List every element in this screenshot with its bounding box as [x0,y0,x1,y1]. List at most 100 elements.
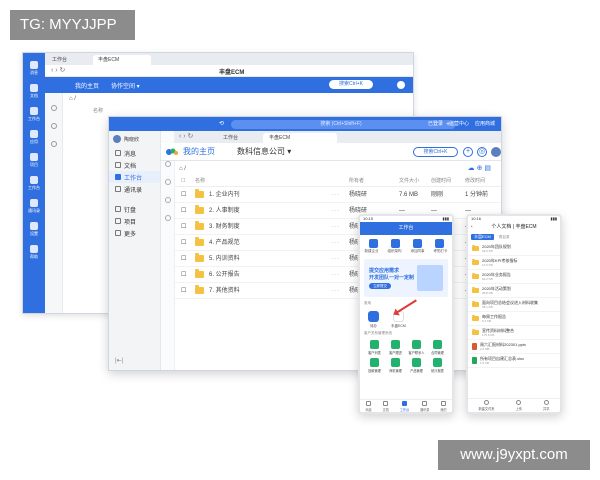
col-name[interactable]: 名称 [195,175,205,187]
list-item[interactable]: 每周工作报告 6.4 KB [468,312,560,326]
sidebar-item-more[interactable]: 更多 [109,227,160,239]
tab-workbench[interactable]: 工作台 [217,133,244,143]
file-name[interactable]: 2. 人事制度 [209,203,240,219]
back-tab-workbench[interactable]: 工作台 [47,55,72,65]
rail-icon[interactable] [164,179,171,185]
rail-app-icon[interactable] [30,130,38,138]
row-checkbox[interactable]: ☐ [181,251,186,267]
global-search-input[interactable]: 搜索 (Ctrl+Shift+F) [231,120,451,129]
col-modified[interactable]: 修改时间 [465,175,485,187]
file-name[interactable]: 1. 企业内刊 [209,187,240,203]
file-name[interactable]: 4. 产品规范 [209,235,240,251]
file-name[interactable]: 7. 其他资料 [209,283,240,299]
grid-app[interactable]: 客户列表 [364,340,385,355]
grid-app[interactable]: 商机管理 [385,358,406,373]
more-actions-icon[interactable]: ··· [331,267,340,283]
more-actions-icon[interactable]: ··· [331,187,340,203]
list-item[interactable]: 面向项目总结会议进入材料收集 28.1 KB [468,298,560,312]
rail-icon[interactable] [164,215,171,221]
crumb-chip[interactable]: 丰盘ECM [471,234,494,240]
back-side-icon[interactable] [50,123,57,129]
settings-icon[interactable]: ◎ [477,147,487,157]
back-nav-home[interactable]: 我的主页 [75,81,99,90]
sidebar-item-contacts[interactable]: 通讯录 [109,183,160,195]
view-toggle-icons[interactable]: ☁ ⊕ ▤ [468,163,491,175]
more-actions-icon[interactable]: ··· [331,251,340,267]
more-actions-icon[interactable]: ··· [331,219,340,235]
list-item[interactable]: 2020年KPI考核指标 12.6 KB [468,256,560,270]
file-name[interactable]: 3. 财务制度 [209,219,240,235]
row-checkbox[interactable]: ☐ [181,203,186,219]
rail-workbench-icon[interactable] [30,176,38,184]
rail-project-icon[interactable] [30,153,38,161]
back-avatar[interactable] [397,81,405,89]
new-folder-button[interactable]: 新建文件夹 [479,400,494,411]
rail-icon[interactable] [164,161,171,167]
list-item[interactable]: 所有项目自建汇总表.xlsx 1.5 KB [468,354,560,368]
row-checkbox[interactable]: ☐ [181,219,186,235]
grid-app[interactable]: 统计报表 [427,358,448,373]
search-button[interactable]: 搜索Ctrl+K [413,147,458,157]
row-checkbox[interactable]: ☐ [181,283,186,299]
share-button[interactable]: 共享 [543,400,549,411]
rail-help-icon[interactable] [30,245,38,253]
sidebar-item-docs[interactable]: 文档 [109,159,160,171]
back-search-button[interactable]: 搜索Ctrl+K [329,80,373,89]
add-icon[interactable]: + [463,147,473,157]
add-colleague-icon[interactable] [412,239,422,248]
file-name[interactable]: 6. 公开报告 [209,267,240,283]
rail-chat-icon[interactable] [30,61,38,69]
nav-arrows-icon[interactable]: ‹ › ↻ [179,132,193,140]
sidebar-item-workbench[interactable]: 工作台 [109,171,160,183]
file-name[interactable]: 5. 内训资料 [209,251,240,267]
list-item[interactable]: 2020年团队规划 93.5 KB [468,242,560,256]
table-row[interactable]: ☐ 1. 企业内刊 ··· 杨晓研 7.6 MB 刚刚 1 分钟前 [175,187,501,203]
top-link[interactable]: 运营中心 [449,120,469,129]
row-checkbox[interactable]: ☐ [181,267,186,283]
tab-ecm[interactable]: 丰盘ECM [263,133,337,143]
back-nav-collab[interactable]: 协作空间 ▾ [111,81,140,90]
top-link[interactable]: 已登录 [428,120,443,129]
top-link[interactable]: 应用商城 [475,120,495,129]
back-side-icon[interactable] [50,105,57,111]
more-actions-icon[interactable]: ··· [331,235,340,251]
collapse-icon[interactable]: |⇤| [115,357,123,364]
row-checkbox[interactable]: ☐ [181,235,186,251]
col-created[interactable]: 创建时间 [431,175,451,187]
grid-app[interactable]: 客户跟进 [385,340,406,355]
tab-docs[interactable]: 文档 [383,400,389,412]
banner-button[interactable]: 立即提交 [369,283,391,289]
col-owner[interactable]: 所有者 [349,175,364,187]
tab-me[interactable]: 我的 [440,400,447,412]
company-switcher[interactable]: 数科信息公司 ▾ [237,147,291,157]
back-side-icon[interactable] [50,141,57,147]
rail-icon[interactable] [164,197,171,203]
tab-workbench[interactable]: 工作台 [400,400,409,412]
back-tab-ecm[interactable]: 丰盘ECM [93,55,151,65]
attendance-icon[interactable] [434,239,444,248]
rail-doc-icon[interactable] [30,84,38,92]
new-company-icon[interactable] [368,239,378,248]
tab-messages[interactable]: 消息 [365,400,372,412]
list-item[interactable]: 宣传资料材料整合 175.6 KB [468,326,560,340]
rail-grid-icon[interactable] [30,107,38,115]
row-checkbox[interactable]: ☐ [181,187,186,203]
sidebar-item-messages[interactable]: 消息 [109,147,160,159]
grid-app[interactable]: 回款管理 [364,358,385,373]
nav-home[interactable]: 我的主页 [183,147,215,157]
grid-app[interactable]: 客户联系人 [406,340,427,355]
select-all-checkbox[interactable]: ☐ [181,175,185,187]
col-size[interactable]: 文件大小 [399,175,419,187]
promo-banner[interactable]: 提交应用需求 开发团队一对一定制 立即提交 [364,259,448,297]
org-chart-icon[interactable] [390,239,400,248]
sidebar-item-project[interactable]: 项目 [109,215,160,227]
grid-app[interactable]: 合同管理 [427,340,448,355]
back-arrow-icon[interactable]: ‹ › ↻ [51,66,65,74]
upload-button[interactable]: 上传 [516,400,522,411]
list-item[interactable]: 2020年活动策划 45.8 KB [468,284,560,298]
back-arrow-icon[interactable]: ‹ [471,222,473,232]
history-icon[interactable]: ⟲ [219,120,224,127]
grid-app[interactable]: 产品管理 [406,358,427,373]
more-actions-icon[interactable]: ··· [331,203,340,219]
avatar[interactable] [491,147,501,157]
